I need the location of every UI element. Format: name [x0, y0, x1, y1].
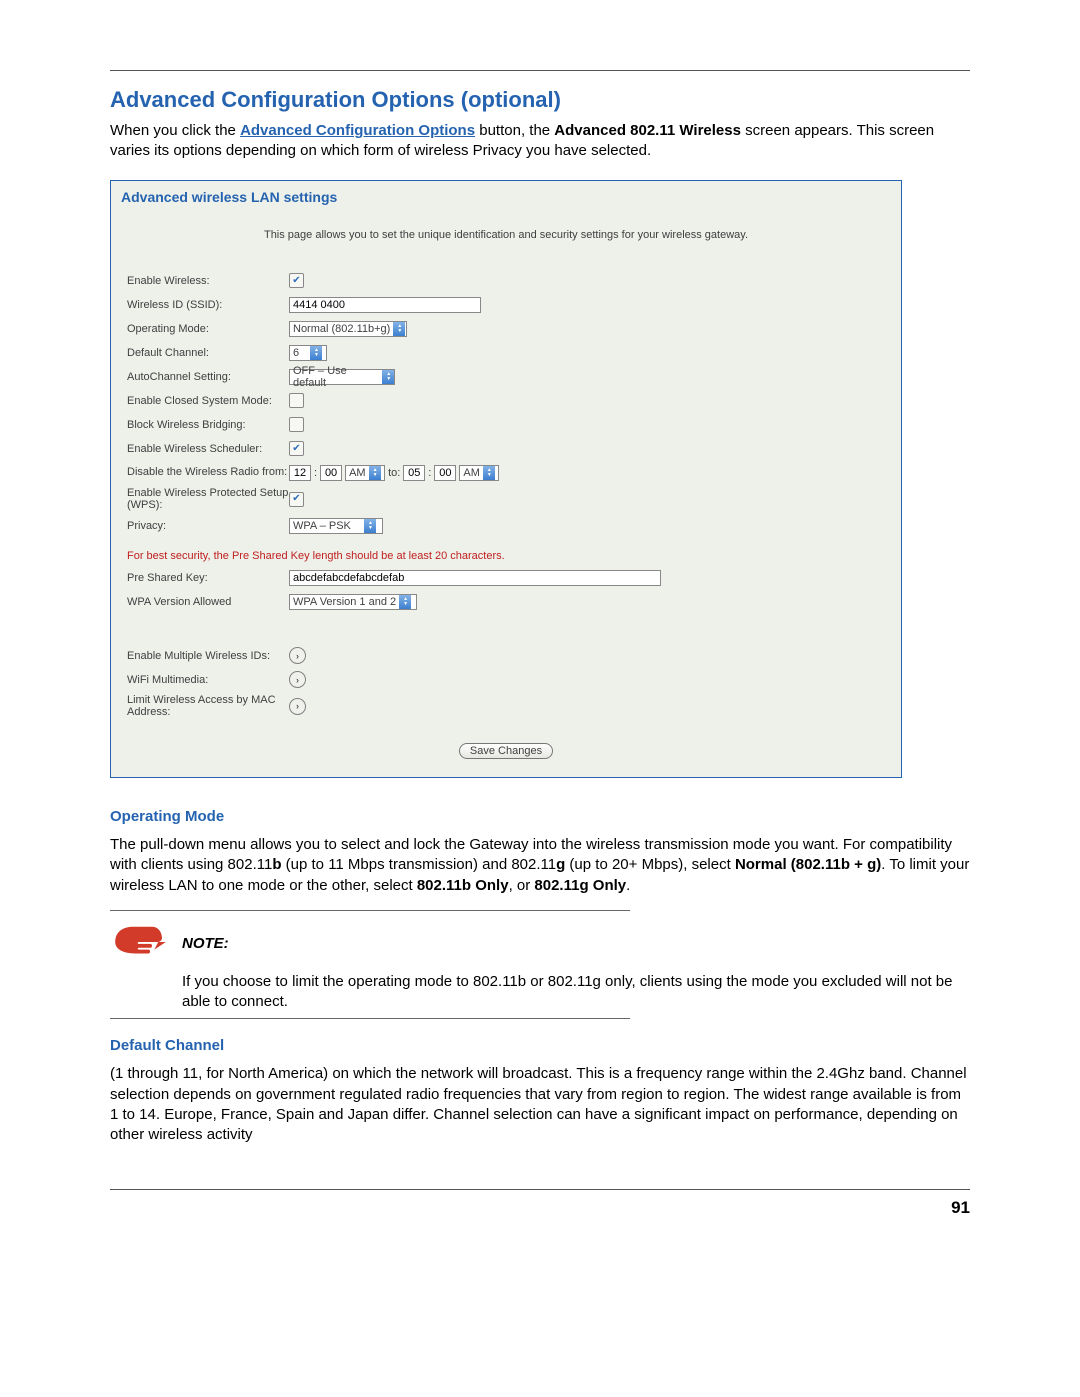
- label-disable-radio: Disable the Wireless Radio from:: [127, 466, 289, 479]
- spinner-icon: [393, 322, 405, 336]
- select-privacy-value: WPA – PSK: [293, 520, 361, 532]
- omt-b: (up to 11 Mbps transmission) and 802.11: [282, 856, 557, 873]
- select-wpa-version-value: WPA Version 1 and 2: [293, 596, 396, 608]
- pointing-hand-icon: [110, 921, 182, 967]
- save-changes-button[interactable]: Save Changes: [459, 743, 553, 759]
- intro-bold: Advanced 802.11 Wireless: [554, 122, 741, 139]
- checkbox-enable-wireless[interactable]: [289, 273, 304, 288]
- note-box: NOTE: If you choose to limit the operati…: [110, 910, 970, 1020]
- label-mac-limit: Limit Wireless Access by MAC Address:: [127, 694, 289, 719]
- input-ssid[interactable]: [289, 297, 481, 313]
- checkbox-wps[interactable]: [289, 492, 304, 507]
- select-privacy[interactable]: WPA – PSK: [289, 518, 383, 534]
- note-rule-bottom: [110, 1018, 630, 1019]
- expand-mac-limit[interactable]: [289, 698, 306, 715]
- input-from-min[interactable]: [320, 465, 342, 481]
- select-default-channel[interactable]: 6: [289, 345, 327, 361]
- colon1: :: [314, 467, 317, 479]
- operating-mode-heading: Operating Mode: [110, 808, 970, 825]
- input-to-hour[interactable]: [403, 465, 425, 481]
- omt-or: , or: [509, 877, 535, 894]
- to-ampm-value: AM: [463, 467, 480, 479]
- label-default-channel: Default Channel:: [127, 347, 289, 359]
- select-autochannel-value: OFF – Use default: [293, 365, 379, 389]
- label-wpa-version: WPA Version Allowed: [127, 596, 289, 608]
- select-default-channel-value: 6: [293, 347, 307, 359]
- label-ssid: Wireless ID (SSID):: [127, 299, 289, 311]
- omt-normal: Normal (802.11b + g): [735, 856, 881, 873]
- omt-g1: g: [556, 856, 565, 873]
- top-rule: [110, 70, 970, 71]
- omt-e: .: [626, 877, 630, 894]
- advanced-config-link[interactable]: Advanced Configuration Options: [240, 122, 475, 139]
- label-closed-system: Enable Closed System Mode:: [127, 395, 289, 407]
- settings-panel: Advanced wireless LAN settings This page…: [110, 180, 902, 779]
- default-channel-heading: Default Channel: [110, 1037, 970, 1054]
- label-autochannel: AutoChannel Setting:: [127, 371, 289, 383]
- label-scheduler: Enable Wireless Scheduler:: [127, 443, 289, 455]
- select-operating-mode[interactable]: Normal (802.11b+g): [289, 321, 407, 337]
- page-number: 91: [110, 1189, 970, 1218]
- label-multi-ids: Enable Multiple Wireless IDs:: [127, 650, 289, 662]
- expand-multi-ids[interactable]: [289, 647, 306, 664]
- label-enable-wireless: Enable Wireless:: [127, 275, 289, 287]
- select-wpa-version[interactable]: WPA Version 1 and 2: [289, 594, 417, 610]
- operating-mode-text: The pull-down menu allows you to select …: [110, 835, 970, 896]
- intro-pre: When you click the: [110, 122, 240, 139]
- omt-c: (up to 20+ Mbps), select: [565, 856, 735, 873]
- select-operating-mode-value: Normal (802.11b+g): [293, 323, 390, 335]
- spinner-icon: [364, 519, 376, 533]
- to-label: to:: [388, 467, 400, 479]
- psk-warning: For best security, the Pre Shared Key le…: [127, 538, 885, 566]
- label-psk: Pre Shared Key:: [127, 572, 289, 584]
- label-wifi-mm: WiFi Multimedia:: [127, 674, 289, 686]
- spinner-icon: [369, 466, 381, 480]
- spinner-icon: [399, 595, 411, 609]
- input-psk[interactable]: [289, 570, 661, 586]
- label-block-bridging: Block Wireless Bridging:: [127, 419, 289, 431]
- omt-gonly: 802.11g Only: [534, 877, 626, 894]
- select-from-ampm[interactable]: AM: [345, 465, 385, 481]
- intro-mid: button, the: [479, 122, 554, 139]
- note-label: NOTE:: [182, 921, 970, 952]
- checkbox-scheduler[interactable]: [289, 441, 304, 456]
- panel-title: Advanced wireless LAN settings: [111, 181, 901, 209]
- default-channel-text: (1 through 11, for North America) on whi…: [110, 1064, 970, 1145]
- spinner-icon: [310, 346, 322, 360]
- panel-description: This page allows you to set the unique i…: [111, 209, 901, 269]
- label-wps: Enable Wireless Protected Setup (WPS):: [127, 487, 289, 512]
- omt-b1: b: [272, 856, 281, 873]
- note-text: If you choose to limit the operating mod…: [182, 972, 970, 1013]
- omt-bonly: 802.11b Only: [417, 877, 509, 894]
- colon2: :: [428, 467, 431, 479]
- select-to-ampm[interactable]: AM: [459, 465, 499, 481]
- label-privacy: Privacy:: [127, 520, 289, 532]
- spinner-icon: [382, 370, 394, 384]
- select-autochannel[interactable]: OFF – Use default: [289, 369, 395, 385]
- input-from-hour[interactable]: [289, 465, 311, 481]
- checkbox-block-bridging[interactable]: [289, 417, 304, 432]
- page-heading: Advanced Configuration Options (optional…: [110, 87, 970, 113]
- from-ampm-value: AM: [349, 467, 366, 479]
- intro-paragraph: When you click the Advanced Configuratio…: [110, 121, 970, 162]
- expand-wifi-mm[interactable]: [289, 671, 306, 688]
- checkbox-closed-system[interactable]: [289, 393, 304, 408]
- input-to-min[interactable]: [434, 465, 456, 481]
- spinner-icon: [483, 466, 495, 480]
- label-operating-mode: Operating Mode:: [127, 323, 289, 335]
